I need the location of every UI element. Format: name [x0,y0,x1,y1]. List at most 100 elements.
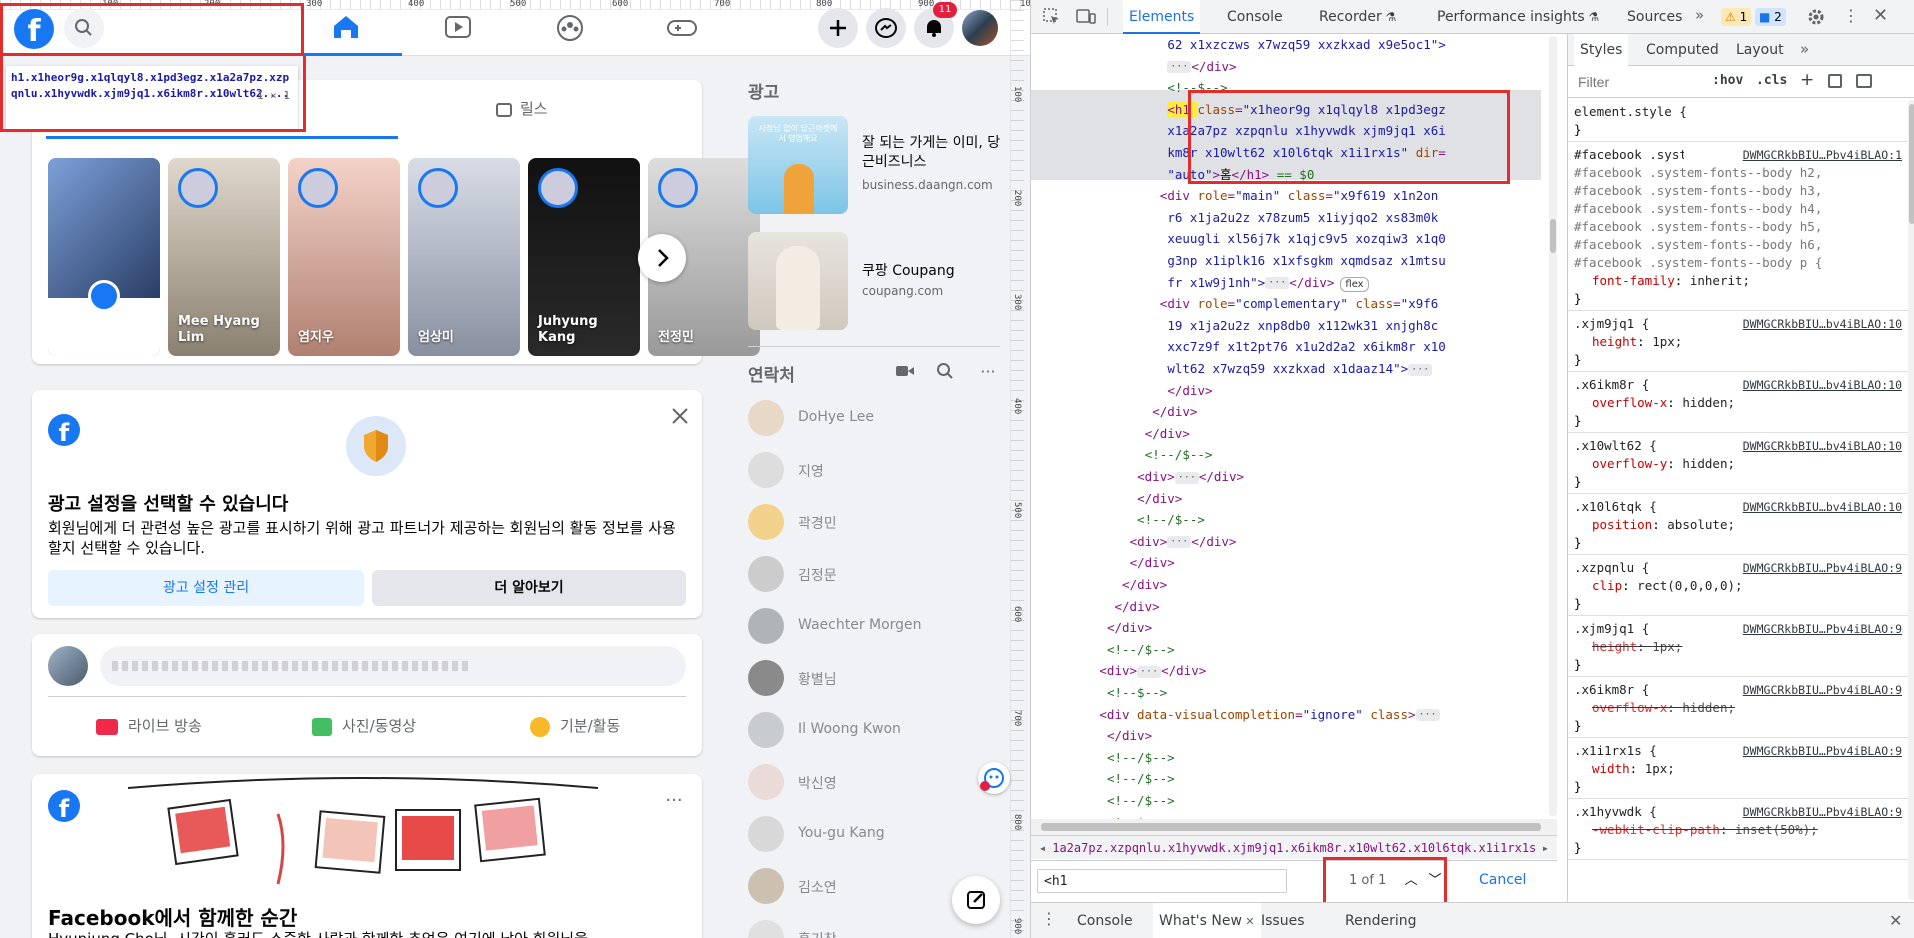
messenger-button[interactable] [866,8,906,48]
dom-node-line[interactable]: ▶ <div data-visualcompletion="ignore" cl… [1099,704,1557,726]
dom-node-line[interactable]: <!--/$--> [1107,747,1557,769]
story-card[interactable]: 염지우 [288,158,400,356]
collapsed-ellipsis[interactable]: ··· [1174,471,1199,484]
collapsed-ellipsis[interactable]: ··· [1408,363,1433,376]
dom-node-line[interactable]: g3np x1iplk16 x1xfsgkm xqmdsaz x1mtsu [1167,250,1557,272]
css-declaration[interactable]: overflow-x: hidden; [1574,699,1904,717]
dom-node-line[interactable]: fr x1w9j1nh"> ··· </div> flex [1167,272,1557,294]
close-button[interactable] [668,404,692,428]
contacts-search-button[interactable] [936,362,954,380]
composer-input[interactable] [100,646,686,686]
dom-search-input[interactable] [1037,869,1287,893]
dom-node-line[interactable]: 62 x1xzczws x7wzq59 xxzkxad x9e5oc1"> [1167,34,1557,56]
dom-node-line[interactable]: </div> [1145,423,1557,445]
contact-item[interactable]: 지영 [748,450,998,490]
css-rule[interactable]: .xjm9jq1 {DWMGCRkbBIU…Pbv4iBLAO:9 height:… [1568,617,1908,677]
css-source-link[interactable]: DWMGCRkbBIU…Pbv4iBLAO:1 [1743,146,1902,164]
contact-item[interactable]: DoHye Lee [748,398,998,438]
drawer-tab-what-s-new[interactable]: What's New ✕ [1153,903,1261,938]
dom-node-line[interactable]: ▶ <div role="complementary" class="x9f6 [1160,293,1557,315]
css-declaration[interactable]: clip: rect(0,0,0,0); [1574,577,1904,595]
ad-item-coupang[interactable]: 쿠팡 Coupang coupang.com [748,230,1012,330]
dom-node-line[interactable]: xxc7z9f x1t2pt76 x1u2d2a2 x6ikm8r x10 [1167,336,1557,358]
dom-node-line[interactable]: </div> [1115,596,1558,618]
breadcrumb-right-arrow-icon[interactable]: ▸ [1542,836,1549,859]
dom-node-line[interactable]: <!--/$--> [1137,509,1557,531]
dom-node-line[interactable]: <!--$--> [1107,682,1557,704]
feeling-activity-button[interactable]: 기분/활동 [530,706,620,746]
dom-node-line[interactable]: </div> [1137,488,1557,510]
story-card[interactable]: Mee Hyang Lim [168,158,280,356]
css-declaration[interactable]: width: 1px; [1574,760,1904,778]
collapsed-ellipsis[interactable]: ··· [1167,61,1192,74]
css-rule[interactable]: .x10wlt62 {DWMGCRkbBIU…bv4iBLAO:10 overfl… [1568,434,1908,494]
new-message-button[interactable] [952,876,1000,924]
settings-button[interactable] [1805,6,1827,28]
css-declaration[interactable]: overflow-y: hidden; [1574,455,1904,473]
css-declaration[interactable]: height: 1px; [1574,638,1904,656]
css-rule[interactable]: .x6ikm8r {DWMGCRkbBIU…bv4iBLAO:10 overflo… [1568,373,1908,433]
dom-node-line[interactable]: ▶ <div>···</div> [1099,660,1557,682]
flex-badge[interactable]: flex [1340,276,1369,292]
drawer-tab-console[interactable]: Console [1071,903,1139,938]
photo-video-button[interactable]: 사진/동영상 [312,706,416,746]
drawer-tab-issues[interactable]: Issues [1255,903,1311,938]
manage-ad-settings-button[interactable]: 광고 설정 관리 [48,570,364,606]
tab-gaming[interactable] [626,0,738,56]
collapsed-ellipsis[interactable]: ··· [1167,536,1192,549]
css-rule[interactable]: .xzpqnlu {DWMGCRkbBIU…Pbv4iBLAO:9 clip: r… [1568,556,1908,616]
dom-node-line[interactable]: 19 x1ja2u2z xnp8db0 x112wk31 xnjgh8c [1167,315,1557,337]
contact-item[interactable]: 황별님 [748,658,998,698]
assistant-bubble-icon[interactable] [978,762,1010,794]
dom-node-line[interactable]: </div> [1107,725,1557,747]
css-declaration[interactable]: font-family: inherit; [1574,272,1904,290]
horizontal-scrollbar-thumb[interactable] [1041,823,1541,831]
css-source-link[interactable]: DWMGCRkbBIU…bv4iBLAO:10 [1743,376,1902,394]
profile-avatar[interactable] [962,10,998,46]
styles-scrollbar-thumb[interactable] [1909,104,1914,224]
drawer-tab-rendering[interactable]: Rendering [1339,903,1423,938]
close-devtools-icon[interactable]: ✕ [1873,5,1888,27]
dom-node-line[interactable]: </div> [1152,401,1557,423]
contact-item[interactable]: 박신영 [748,762,998,802]
css-source-link[interactable]: DWMGCRkbBIU…Pbv4iBLAO:9 [1743,559,1902,577]
dom-node-line[interactable]: ▶ <div role="main" class="x9f619 x1n2on [1160,185,1557,207]
dom-node-line[interactable]: </div> [1107,617,1557,639]
tab-watch[interactable] [402,0,514,56]
collapsed-ellipsis[interactable]: ··· [1415,709,1440,722]
dom-node-line[interactable]: </div> [1122,574,1557,596]
class-toggle[interactable]: .cls [1756,73,1787,88]
kebab-menu-icon[interactable]: ⋮ [1843,5,1859,27]
dom-node-line[interactable]: </div> [1167,380,1557,402]
horizontal-scrollbar[interactable] [1031,819,1557,835]
dom-node-line[interactable]: <!--/$--> [1107,768,1557,790]
tab-home[interactable] [290,0,402,56]
drawer-menu-icon[interactable]: ⋮ [1041,909,1057,928]
dom-node-line[interactable]: ▶ <div>···</div> [1130,531,1557,553]
devtools-tab-elements[interactable]: Elements [1123,0,1201,34]
dom-node-line[interactable]: xeuugli xl56j7k x1qjc9v5 xozqiw3 x1q0 [1167,228,1557,250]
story-card[interactable]: 엄상미 [408,158,520,356]
contact-item[interactable]: You-gu Kang [748,814,998,854]
more-style-tabs-icon[interactable]: » [1800,40,1809,58]
css-source-link[interactable]: DWMGCRkbBIU…bv4iBLAO:10 [1743,498,1902,516]
collapsed-ellipsis[interactable]: ··· [1265,277,1290,290]
live-video-button[interactable]: 라이브 방송 [96,706,202,746]
dom-node-line[interactable]: <!--/$--> [1145,444,1557,466]
devtools-tab-sources[interactable]: Sources [1621,0,1688,34]
css-rule[interactable]: .xjm9jq1 {DWMGCRkbBIU…bv4iBLAO:10 height:… [1568,312,1908,372]
dom-node-line[interactable]: <!--/$--> [1107,790,1557,812]
dom-node-line[interactable]: wlt62 x7wzq59 xxzkxad x1daaz14"> ··· [1167,358,1557,380]
close-tab-icon[interactable]: ✕ [1242,915,1254,928]
collapsed-ellipsis[interactable]: ··· [1137,665,1162,678]
css-source-link[interactable]: DWMGCRkbBIU…Pbv4iBLAO:9 [1743,803,1902,821]
more-options-icon[interactable]: ··· [660,790,688,814]
css-rule[interactable]: .x10l6tqk {DWMGCRkbBIU…bv4iBLAO:10 positi… [1568,495,1908,555]
learn-more-button[interactable]: 더 알아보기 [372,570,686,606]
css-source-link[interactable]: DWMGCRkbBIU…bv4iBLAO:10 [1743,437,1902,455]
close-drawer-icon[interactable]: ✕ [1889,911,1902,930]
css-source-link[interactable]: DWMGCRkbBIU…Pbv4iBLAO:9 [1743,620,1902,638]
dom-node-line[interactable]: <!--$--> [1107,812,1557,819]
ad-item-daangn[interactable]: 사장님 없이 당근마켓에서 영업해요 잘 되는 가게는 이미, 당근비즈니스 b… [748,114,1012,214]
css-declaration[interactable]: height: 1px; [1574,333,1904,351]
